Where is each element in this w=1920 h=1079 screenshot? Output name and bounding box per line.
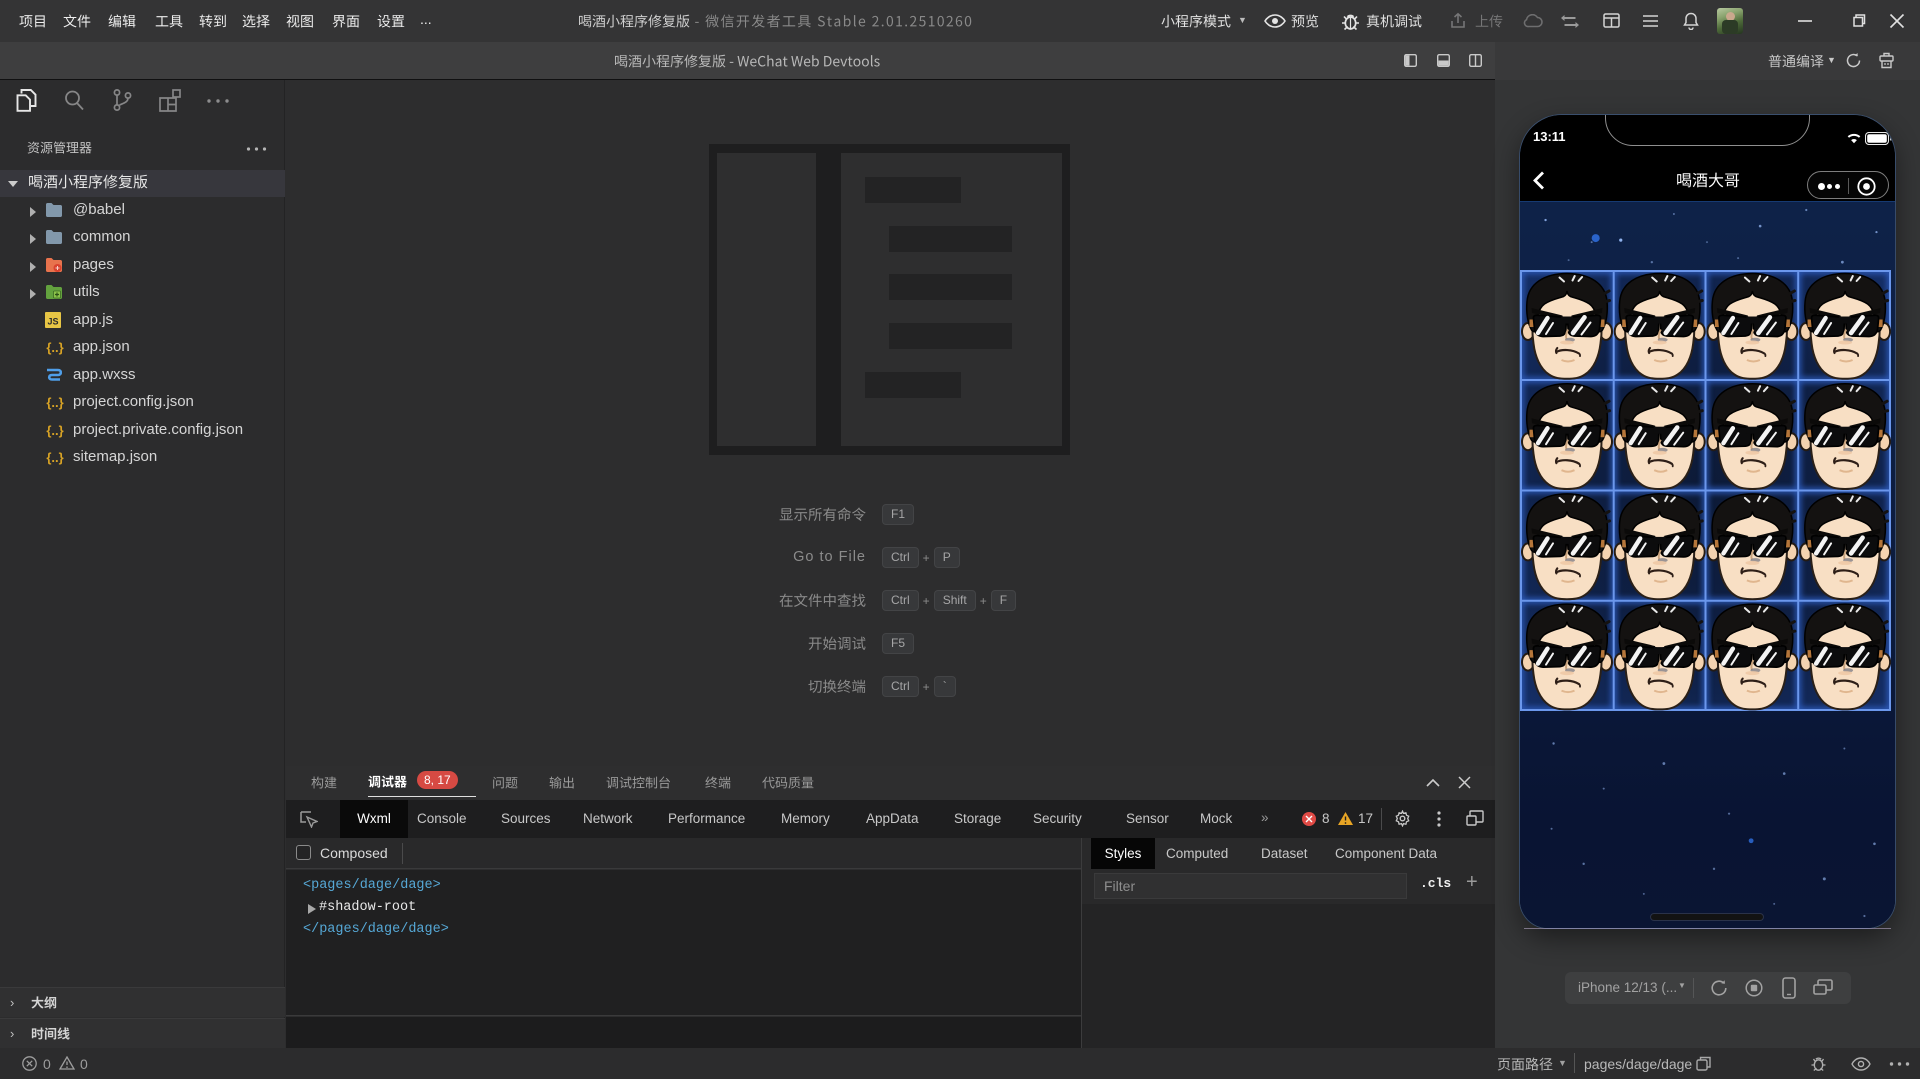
svg-text:{..}: {..} [46,423,63,438]
svg-text:JS: JS [47,317,58,327]
svg-text:{..}: {..} [46,450,63,465]
svg-text:{..}: {..} [46,395,63,410]
svg-text:{..}: {..} [46,340,63,355]
